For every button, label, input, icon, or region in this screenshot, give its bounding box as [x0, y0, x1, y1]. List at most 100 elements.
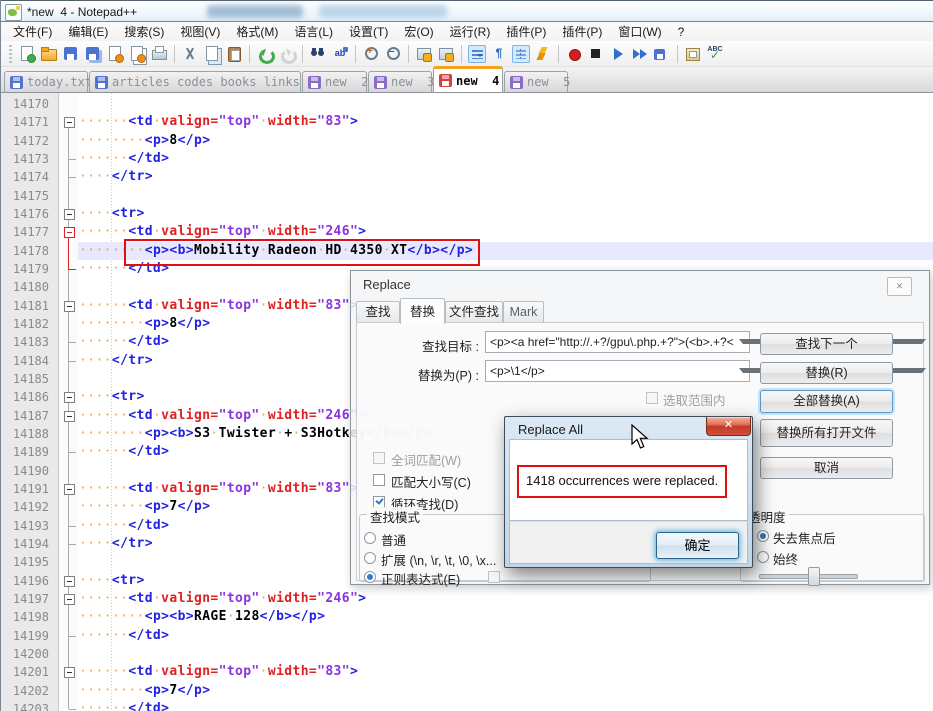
line-number[interactable]: 14171 — [1, 113, 49, 131]
editor-line[interactable]: ········<p><b>RAGE·128</b></p> — [79, 608, 325, 626]
line-number[interactable]: 14198 — [1, 608, 49, 626]
editor-line[interactable]: ······</td> — [79, 627, 169, 645]
save-icon[interactable] — [62, 45, 80, 63]
tab-find[interactable]: 查找 — [356, 301, 400, 323]
line-number[interactable]: 14172 — [1, 132, 49, 150]
menu-item-8[interactable]: 运行(R) — [442, 21, 499, 42]
line-number[interactable]: 14173 — [1, 150, 49, 168]
cut-icon[interactable] — [181, 45, 199, 63]
replace-all-button[interactable]: 全部替换(A) — [760, 390, 893, 413]
line-number[interactable]: 14174 — [1, 168, 49, 186]
editor-line[interactable]: ········<p>7</p> — [79, 682, 210, 700]
line-number[interactable]: 14202 — [1, 682, 49, 700]
tab-new-4[interactable]: new 4 — [433, 66, 503, 92]
line-number[interactable]: 14190 — [1, 462, 49, 480]
line-number[interactable]: 14170 — [1, 95, 49, 113]
match-case-checkbox[interactable] — [373, 474, 385, 486]
paste-icon[interactable] — [225, 45, 243, 63]
fold-collapse-icon[interactable] — [64, 117, 75, 128]
tab-today-txt[interactable]: today.txt — [4, 71, 88, 92]
tab-mark[interactable]: Mark — [503, 301, 544, 323]
fold-collapse-icon[interactable] — [64, 301, 75, 312]
function-list-icon[interactable] — [534, 45, 552, 63]
fold-collapse-icon[interactable] — [64, 227, 75, 238]
fold-collapse-icon[interactable] — [64, 667, 75, 678]
close-icon[interactable] — [106, 45, 124, 63]
replace-button[interactable]: 替换(R) — [760, 362, 893, 384]
undo-icon[interactable] — [256, 45, 274, 63]
macro-stop-icon[interactable] — [587, 45, 605, 63]
editor-line[interactable]: ······</td> — [79, 333, 169, 351]
line-number[interactable]: 14185 — [1, 370, 49, 388]
menu-item-2[interactable]: 搜索(S) — [116, 21, 172, 42]
line-number[interactable]: 14196 — [1, 572, 49, 590]
macro-save-icon[interactable] — [653, 45, 671, 63]
line-number[interactable]: 14188 — [1, 425, 49, 443]
tab-replace[interactable]: 替换 — [400, 298, 445, 324]
editor-line[interactable]: ····</tr> — [79, 352, 153, 370]
new-file-icon[interactable] — [18, 45, 36, 63]
editor-line[interactable]: ········<p>8</p> — [79, 315, 210, 333]
fold-collapse-icon[interactable] — [64, 576, 75, 587]
mode-extended-radio[interactable] — [364, 552, 376, 564]
editor-line[interactable]: ······<td·valign="top"·width="83"> — [79, 113, 358, 131]
line-number[interactable]: 14193 — [1, 517, 49, 535]
transparency-slider-thumb[interactable] — [808, 567, 820, 586]
spell-check-icon[interactable] — [706, 45, 724, 63]
trans-always-radio[interactable] — [757, 551, 769, 563]
line-number[interactable]: 14186 — [1, 388, 49, 406]
title-bar[interactable]: *new 4 - Notepad++ — [1, 0, 933, 22]
line-number[interactable]: 14182 — [1, 315, 49, 333]
menu-item-12[interactable]: ? — [670, 23, 693, 41]
replace-all-open-docs-button[interactable]: 替换所有打开文件 — [760, 419, 893, 447]
save-all-icon[interactable] — [84, 45, 102, 63]
editor-line[interactable]: ······<td·valign="top"·width="83"> — [79, 480, 358, 498]
tab-find-in-files[interactable]: 文件查找 — [445, 301, 503, 323]
editor-line[interactable]: ······<td·valign="top"·width="246"> — [79, 590, 366, 608]
menu-item-5[interactable]: 语言(L) — [286, 21, 341, 42]
editor-line[interactable]: ········<p>7</p> — [79, 498, 210, 516]
editor-line[interactable]: ····</tr> — [79, 535, 153, 553]
fold-collapse-icon[interactable] — [64, 209, 75, 220]
close-icon[interactable]: ✕ — [706, 417, 751, 436]
menu-item-0[interactable]: 文件(F) — [5, 21, 60, 42]
line-number[interactable]: 14178 — [1, 242, 49, 260]
fold-collapse-icon[interactable] — [64, 411, 75, 422]
line-number[interactable]: 14183 — [1, 333, 49, 351]
mode-normal-radio[interactable] — [364, 532, 376, 544]
editor-line[interactable]: ······<td·valign="top"·width="83"> — [79, 297, 358, 315]
line-number[interactable]: 14197 — [1, 590, 49, 608]
find-icon[interactable] — [309, 45, 327, 63]
cancel-button[interactable]: 取消 — [760, 457, 893, 479]
menu-item-4[interactable]: 格式(M) — [228, 21, 286, 42]
menu-item-10[interactable]: 插件(P) — [554, 21, 610, 42]
editor-line[interactable]: ····</tr> — [79, 168, 153, 186]
trans-on-lose-focus-radio[interactable] — [757, 530, 769, 542]
editor-line[interactable]: ······</td> — [79, 700, 169, 711]
menu-item-6[interactable]: 设置(T) — [341, 21, 396, 42]
line-number[interactable]: 14192 — [1, 498, 49, 516]
editor-line[interactable]: ······</td> — [79, 443, 169, 461]
zoom-in-icon[interactable] — [362, 45, 380, 63]
line-number[interactable]: 14191 — [1, 480, 49, 498]
copy-icon[interactable] — [203, 45, 221, 63]
fold-collapse-icon[interactable] — [64, 484, 75, 495]
close-all-icon[interactable] — [128, 45, 146, 63]
editor-line[interactable]: ······<td·valign="top"·width="83"> — [79, 663, 358, 681]
indent-guide-icon[interactable] — [512, 45, 530, 63]
zoom-out-icon[interactable] — [384, 45, 402, 63]
line-number[interactable]: 14199 — [1, 627, 49, 645]
word-wrap-icon[interactable] — [468, 45, 486, 63]
line-number[interactable]: 14179 — [1, 260, 49, 278]
fold-collapse-icon[interactable] — [64, 594, 75, 605]
tab-articles-codes-books-links-txt[interactable]: articles codes books links.txt — [89, 71, 301, 92]
fold-collapse-icon[interactable] — [64, 392, 75, 403]
replace-icon[interactable] — [331, 45, 349, 63]
menu-item-11[interactable]: 窗口(W) — [610, 21, 669, 42]
find-next-button[interactable]: 查找下一个 — [760, 333, 893, 355]
print-icon[interactable] — [150, 45, 168, 63]
editor-line[interactable]: ········<p>8</p> — [79, 132, 210, 150]
line-number[interactable]: 14200 — [1, 645, 49, 663]
line-number[interactable]: 14189 — [1, 443, 49, 461]
menu-item-3[interactable]: 视图(V) — [172, 21, 228, 42]
